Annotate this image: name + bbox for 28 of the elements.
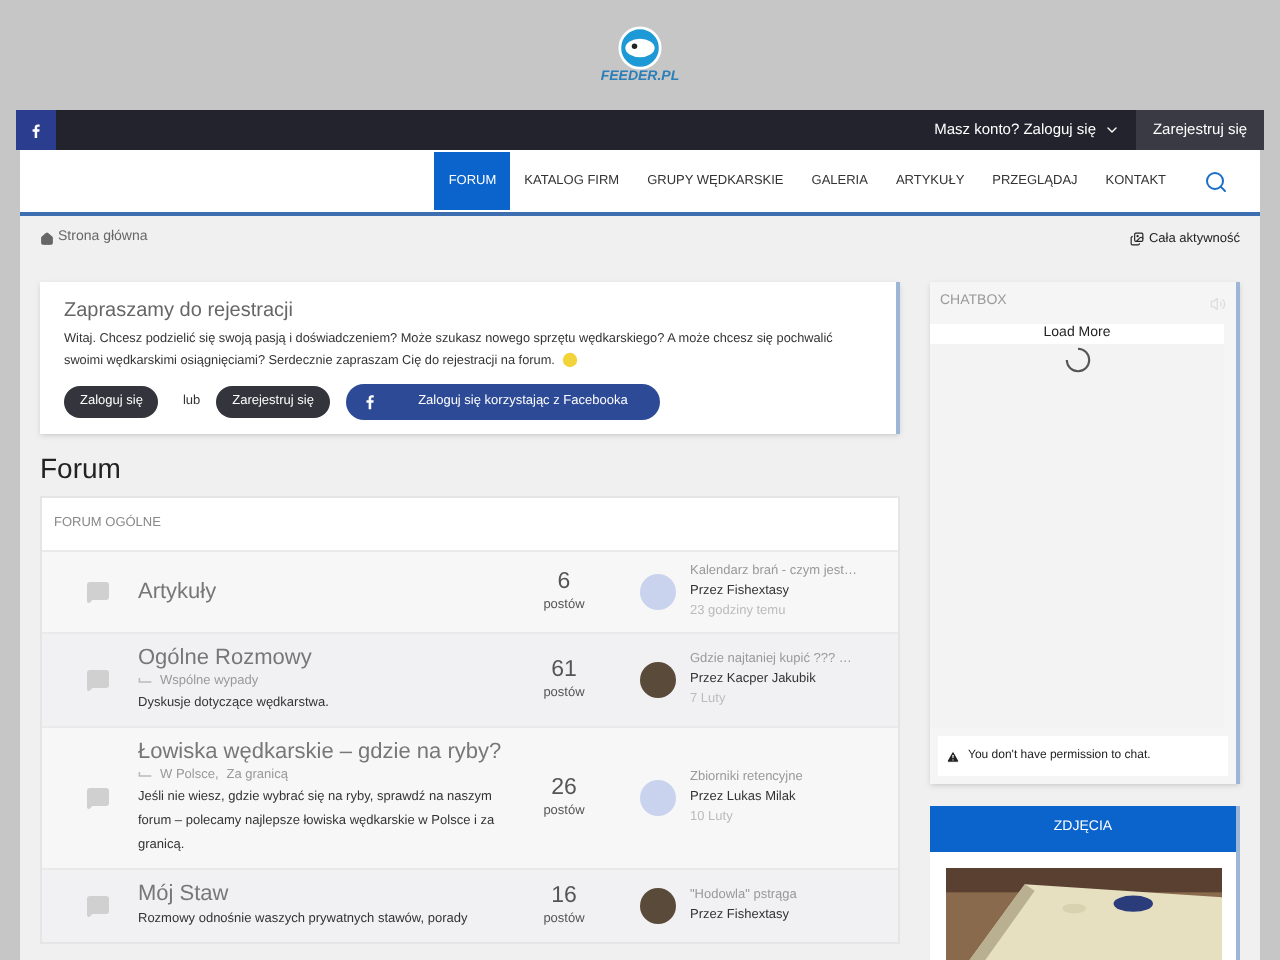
- forum-title[interactable]: Artykuły: [138, 577, 217, 606]
- facebook-icon: [365, 394, 374, 410]
- facebook-button[interactable]: [16, 110, 56, 150]
- welcome-title: Zapraszamy do rejestracji: [64, 298, 295, 326]
- post-count: 6: [557, 569, 571, 596]
- caret-icon: [1104, 122, 1120, 138]
- subforum-corner-icon: [138, 677, 152, 686]
- forum-title[interactable]: Ogólne Rozmowy: [138, 643, 312, 672]
- post-count: 61: [551, 657, 577, 684]
- post-count: 26: [551, 775, 577, 802]
- user-avatar[interactable]: [640, 661, 676, 698]
- chat-bubbles-icon: [86, 667, 110, 692]
- home-icon: [40, 232, 54, 246]
- forum-heading: Forum: [40, 450, 123, 486]
- forum-title[interactable]: Mój Staw: [138, 879, 229, 908]
- warning-icon: [946, 749, 960, 763]
- smiley-icon: [562, 352, 579, 369]
- images-icon: [1130, 232, 1145, 246]
- facebook-icon: [32, 123, 40, 137]
- post-count: 16: [551, 883, 577, 910]
- loading-spinner-icon: [1063, 346, 1091, 374]
- chat-bubbles-icon: [86, 893, 110, 918]
- subforum-corner-icon: [138, 771, 152, 780]
- chat-bubbles-icon: [86, 785, 110, 810]
- chat-bubbles-icon: [86, 579, 110, 604]
- search-icon[interactable]: [1204, 169, 1228, 193]
- user-avatar[interactable]: [640, 887, 676, 924]
- forum-title[interactable]: Łowiska wędkarskie – gdzie na ryby?: [138, 737, 502, 766]
